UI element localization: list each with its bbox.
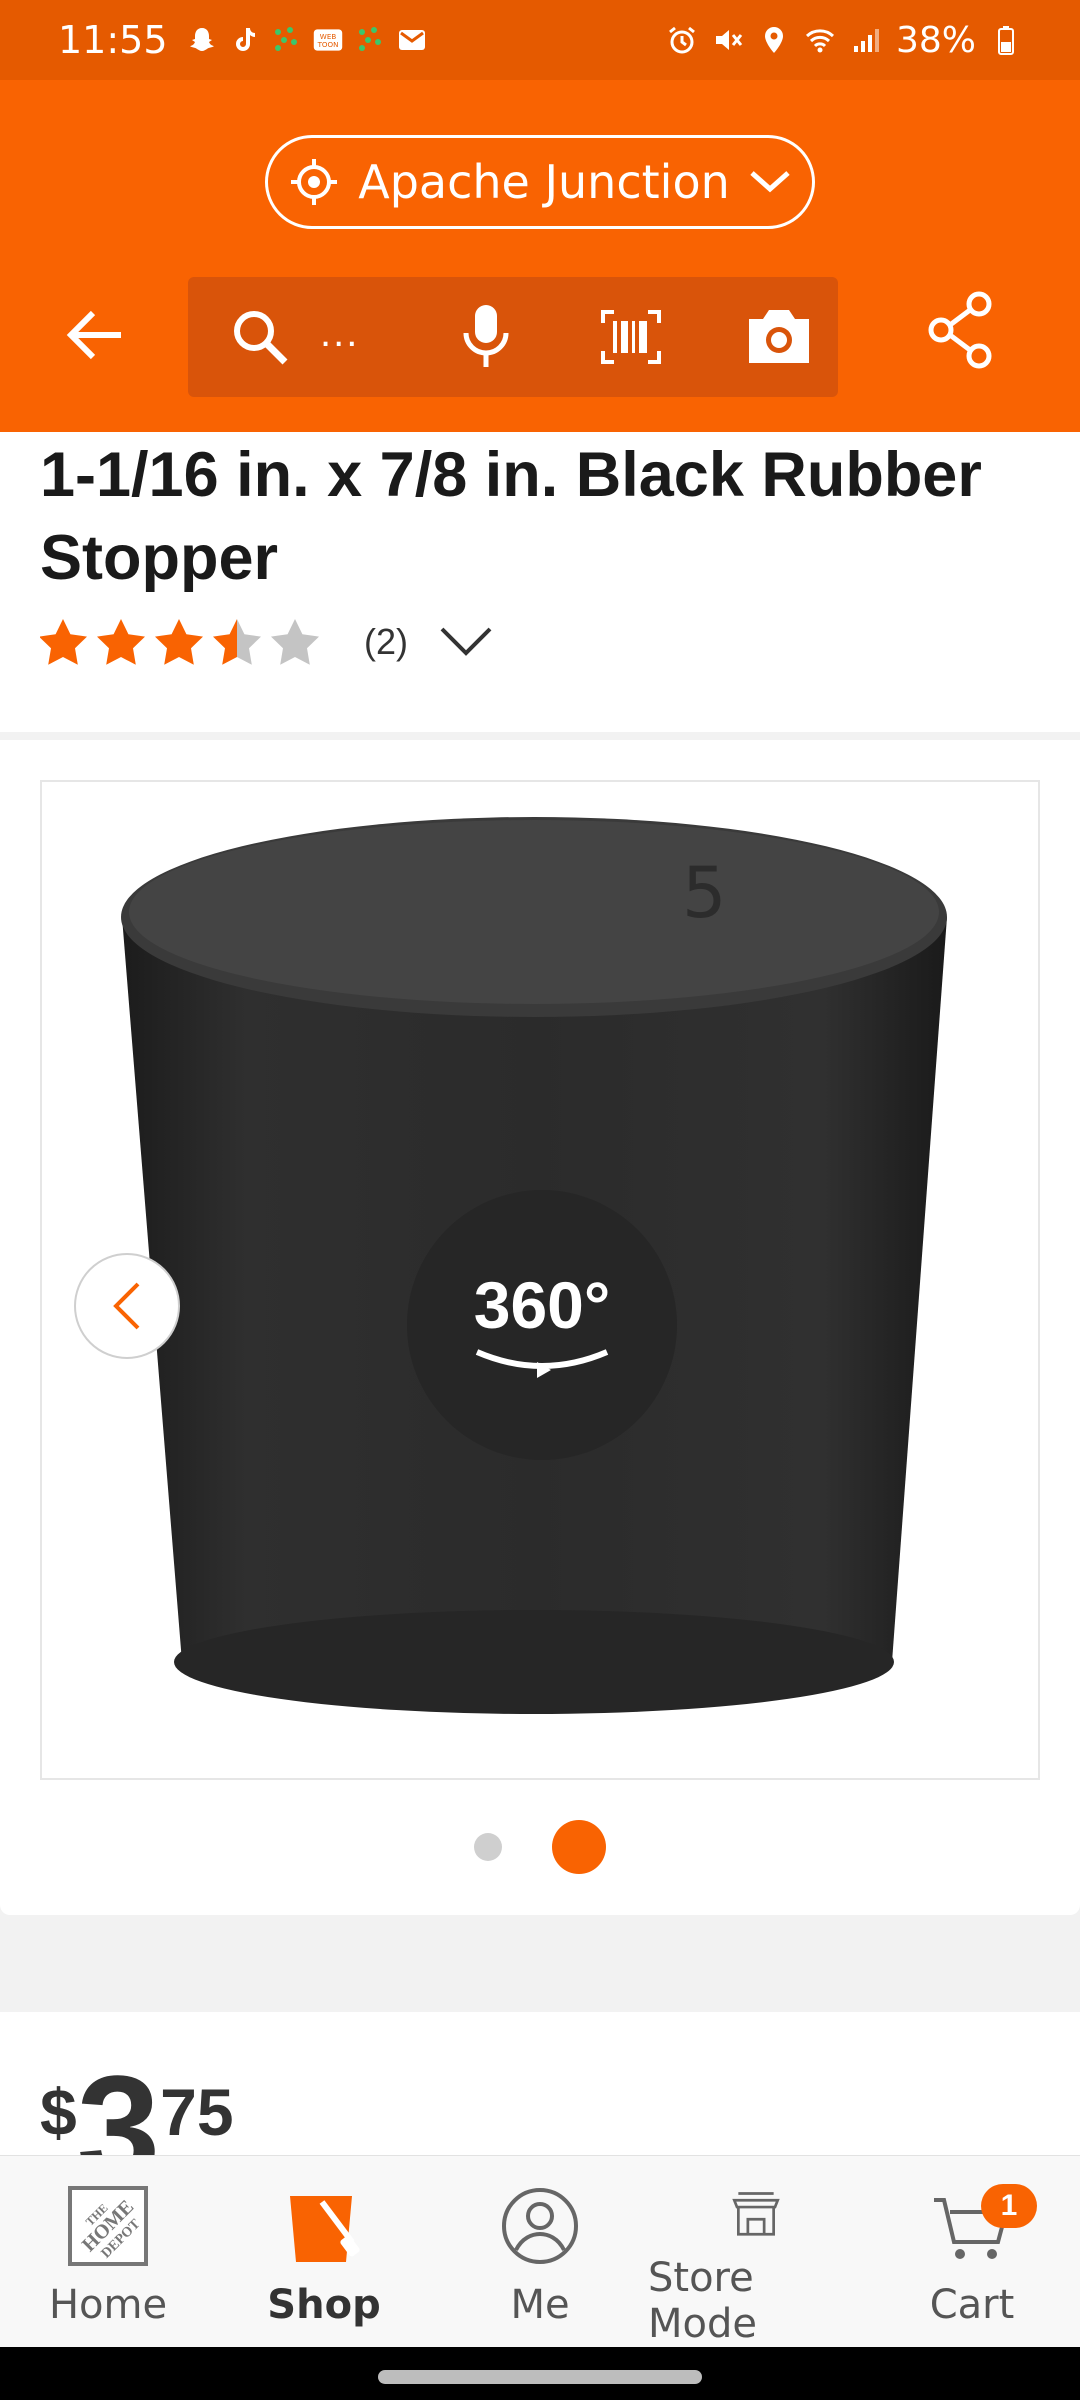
chevron-down-icon: [750, 171, 790, 193]
person-icon: [502, 2188, 578, 2264]
previous-image-button[interactable]: [74, 1253, 180, 1359]
price-section: $ 3 75: [0, 2012, 1080, 2203]
product-title: 1-1/16 in. x 7/8 in. Black Rubber Stoppe…: [40, 440, 982, 593]
camera-icon[interactable]: [743, 303, 815, 369]
alarm-icon: [669, 26, 695, 54]
back-button[interactable]: [55, 295, 135, 375]
wifi-icon: [805, 29, 835, 53]
nav-shop-label: Shop: [267, 2282, 381, 2328]
chevron-down-icon[interactable]: [438, 625, 494, 659]
nav-cart-label: Cart: [929, 2282, 1015, 2328]
search-input[interactable]: ...: [320, 311, 359, 356]
nav-home-label: Home: [48, 2282, 168, 2328]
mail-icon: [398, 30, 425, 50]
search-icon[interactable]: [228, 305, 292, 369]
pagination-dot-active[interactable]: [552, 1820, 606, 1874]
star-full-icon: [97, 619, 145, 665]
location-icon: [764, 27, 783, 53]
svg-text:TOON: TOON: [316, 40, 338, 49]
product-image[interactable]: 5 360°: [40, 780, 1040, 1780]
product-gallery: 5 360°: [0, 740, 1080, 1915]
nav-store-mode[interactable]: Store Mode: [648, 2156, 864, 2347]
star-empty-icon: [271, 619, 319, 665]
nav-store-mode-label: Store Mode: [648, 2255, 757, 2347]
svg-text:5: 5: [682, 852, 727, 934]
tiktok-icon: [235, 28, 255, 51]
price-cents: 75: [160, 2075, 234, 2149]
share-icon: [928, 291, 992, 369]
rating-row[interactable]: (2): [40, 612, 494, 672]
share-button[interactable]: [925, 290, 997, 375]
star-rating: [40, 612, 340, 672]
status-time: 11:55: [58, 18, 168, 62]
badge-360-label: 360°: [473, 1268, 611, 1342]
rotate-360-icon: [475, 1349, 609, 1378]
app-header: Apache Junction ...: [0, 80, 1080, 432]
star-full-icon: [155, 619, 203, 665]
nav-shop[interactable]: Shop: [216, 2156, 432, 2347]
image-pagination: [0, 1820, 1080, 1874]
barcode-scan-icon[interactable]: [600, 309, 662, 365]
nav-me-label: Me: [510, 2282, 570, 2328]
notification-icons: WEB TOON: [186, 24, 428, 56]
stars-icon: [40, 619, 319, 665]
back-arrow-icon: [66, 310, 121, 360]
screen: 11:55 WEB TOON 38% Apache Junction ... 1…: [0, 0, 1080, 2400]
system-gesture-bar: [0, 2347, 1080, 2400]
dots-icon: [358, 27, 381, 51]
bottom-navigation: THE HOME DEPOT Home Shop Me Store Mode 1…: [0, 2155, 1080, 2347]
webtoon-icon: WEBTOON: [313, 29, 342, 51]
cart-count-badge: 1: [981, 2184, 1037, 2228]
location-target-icon: [291, 159, 338, 205]
battery-icon: [998, 26, 1014, 55]
star-half-icon: [213, 619, 261, 665]
store-name: Apache Junction: [358, 155, 730, 209]
search-bar[interactable]: ...: [188, 277, 838, 397]
home-depot-logo-icon: THE HOME DEPOT: [68, 2186, 148, 2266]
mute-icon: [715, 30, 743, 50]
bucket-icon: [290, 2196, 360, 2262]
home-gesture-handle[interactable]: [378, 2370, 702, 2384]
microphone-icon[interactable]: [458, 301, 514, 373]
battery-percent: 38%: [895, 19, 976, 61]
review-count[interactable]: (2): [364, 621, 408, 663]
status-bar: 11:55 WEB TOON 38%: [0, 0, 1080, 80]
price-currency: $: [40, 2075, 77, 2149]
system-icons: 38%: [666, 20, 1022, 61]
pagination-dot[interactable]: [474, 1833, 502, 1861]
nav-home[interactable]: THE HOME DEPOT Home: [0, 2156, 216, 2347]
signal-icon: [853, 29, 879, 52]
nav-cart[interactable]: 1 Cart: [864, 2156, 1080, 2347]
product-title-section: 1-1/16 in. x 7/8 in. Black Rubber Stoppe…: [0, 432, 1080, 732]
dots-icon: [274, 27, 297, 51]
snapchat-icon: [189, 28, 214, 51]
store-icon: [732, 2192, 780, 2236]
store-selector[interactable]: Apache Junction: [265, 135, 815, 229]
nav-me[interactable]: Me: [432, 2156, 648, 2347]
chevron-left-icon: [113, 1282, 140, 1330]
view-360-button[interactable]: 360°: [407, 1190, 677, 1460]
star-full-icon: [40, 619, 87, 665]
